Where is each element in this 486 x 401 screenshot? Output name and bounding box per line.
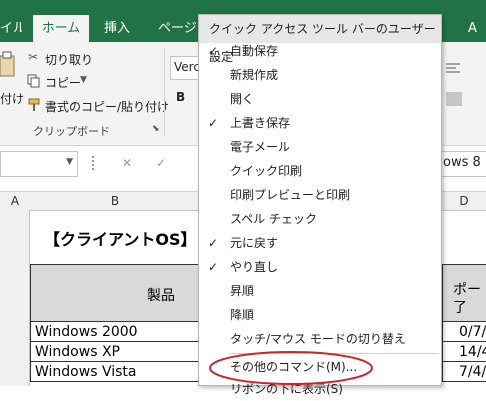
menu-item-label: タッチ/マウス モードの切り替え [230, 332, 406, 346]
table-header-right: ポー 了 [442, 264, 486, 322]
tab-home[interactable]: ホーム [33, 15, 89, 42]
copy-icon[interactable] [27, 73, 41, 88]
qat-customize-menu: クイック アクセス ツール バーのユーザー設定 ✓ 自動保存 新規作成 開く ✓… [198, 14, 442, 396]
column-b-text: B [110, 194, 120, 208]
paste-icon[interactable] [0, 50, 16, 90]
font-name-value: Verc [174, 60, 200, 74]
table-row-product[interactable]: Windows XP [30, 341, 202, 362]
tab-insert[interactable]: 挿入 [104, 15, 134, 42]
menu-item-sort-descending[interactable]: 降順 [199, 303, 441, 327]
chevron-down-icon[interactable]: ▼ [66, 157, 73, 167]
scissors-icon[interactable]: ✂ [28, 50, 38, 64]
table-row-right[interactable]: 14/4/ [442, 341, 486, 362]
menu-item-label: 新規作成 [230, 68, 279, 82]
dialog-launcher-icon[interactable]: ⬊ [152, 124, 160, 134]
chevron-down-icon[interactable]: ▼ [80, 75, 87, 85]
menu-item-autosave[interactable]: ✓ 自動保存 [199, 39, 441, 63]
align-icon[interactable] [446, 60, 460, 73]
menu-item-label: やり直し [230, 260, 279, 274]
table-row-product[interactable]: Windows 2000 [30, 321, 202, 342]
menu-item-label: 自動保存 [230, 44, 279, 58]
menu-item-undo[interactable]: ✓ 元に戻す [199, 231, 441, 255]
menu-item-label: スペル チェック [230, 212, 317, 226]
cut-button[interactable]: 切り取り [45, 51, 93, 68]
check-icon: ✓ [208, 260, 219, 274]
menu-item-quick-print[interactable]: クイック印刷 [199, 159, 441, 183]
menu-item-label: 電子メール [230, 140, 291, 154]
check-icon: ✓ [208, 116, 219, 130]
menu-item-label: 印刷プレビューと印刷 [230, 188, 351, 202]
formula-content: ows 8 [443, 155, 481, 170]
column-header-a-label[interactable]: A [0, 192, 31, 211]
format-painter-button[interactable]: 書式のコピー/貼り付け [45, 98, 169, 115]
menu-item-redo[interactable]: ✓ やり直し [199, 255, 441, 279]
formula-grip-icon [92, 156, 96, 170]
table-header-right-line1: ポー [453, 282, 481, 298]
table-row-right[interactable]: 0/7/1 [442, 321, 486, 342]
group-separator [164, 48, 165, 136]
menu-item-email[interactable]: 電子メール [199, 135, 441, 159]
menu-item-save[interactable]: ✓ 上書き保存 [199, 111, 441, 135]
copy-button[interactable]: コピー [45, 74, 81, 91]
menu-item-label: 昇順 [230, 284, 255, 298]
menu-item-new[interactable]: 新規作成 [199, 63, 441, 87]
check-icon: ✓ [208, 236, 219, 250]
menu-item-label: 元に戻す [230, 236, 279, 250]
formula-input[interactable]: ows 8 [440, 151, 486, 177]
paste-label[interactable]: 付け [0, 90, 24, 107]
column-d-text: D [459, 194, 469, 208]
menu-item-label: 上書き保存 [230, 116, 291, 130]
column-header-d[interactable]: D [442, 192, 486, 211]
clipboard-group-label: クリップボード [33, 125, 110, 138]
table-row-product[interactable]: Windows Vista [30, 361, 202, 382]
highlight-ellipse [209, 351, 373, 385]
tab-page-layout[interactable]: ページ レ [158, 15, 196, 42]
menu-item-sort-ascending[interactable]: 昇順 [199, 279, 441, 303]
table-header-right-line2: 了 [453, 300, 467, 316]
cancel-icon[interactable]: ✕ [122, 156, 132, 170]
check-icon: ✓ [208, 44, 219, 58]
menu-item-print-preview[interactable]: 印刷プレビューと印刷 [199, 183, 441, 207]
format-painter-icon[interactable] [27, 97, 41, 111]
menu-item-open[interactable]: 開く [199, 87, 441, 111]
tab-file[interactable]: イル [0, 15, 22, 42]
table-header-product-label: 製品 [147, 288, 175, 304]
name-box[interactable]: ▼ [0, 151, 78, 177]
enter-icon[interactable]: ✓ [156, 156, 166, 170]
menu-item-label: 降順 [230, 308, 255, 322]
bold-button[interactable]: B [176, 90, 185, 104]
menu-item-touch-mouse-mode[interactable]: タッチ/マウス モードの切り替え [199, 327, 441, 351]
table-row-right[interactable]: 7/4/1 [442, 361, 486, 382]
sheet-title: 【クライアントOS】 [44, 230, 197, 249]
align-selected-icon[interactable] [446, 92, 462, 106]
menu-item-label: 開く [230, 92, 255, 106]
menu-item-label: クイック印刷 [230, 164, 303, 178]
column-header-b[interactable]: B [30, 192, 201, 211]
table-header-product: 製品 [30, 264, 202, 322]
tab-partial-right[interactable]: A [468, 15, 486, 42]
menu-item-spell-check[interactable]: スペル チェック [199, 207, 441, 231]
column-a-text: A [10, 194, 20, 208]
row-header-strip[interactable] [0, 210, 30, 386]
